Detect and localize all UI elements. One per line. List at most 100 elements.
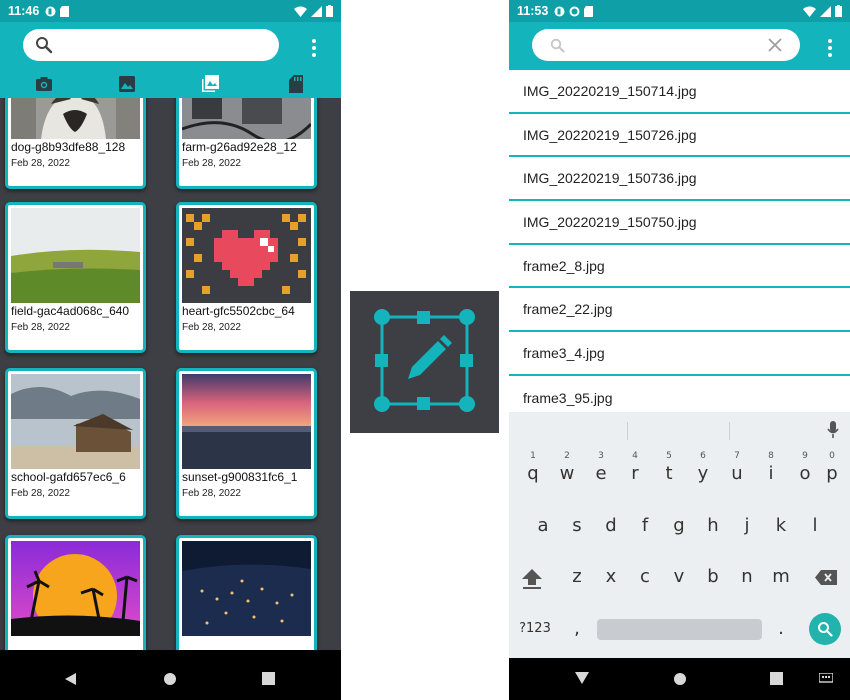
file-row[interactable]: IMG_20220219_150736.jpg bbox=[509, 157, 850, 202]
key-j[interactable]: j bbox=[730, 506, 764, 546]
key-label: q bbox=[527, 463, 539, 484]
search-icon bbox=[818, 622, 833, 637]
image-card[interactable]: field-gac4ad068c_640 Feb 28, 2022 bbox=[5, 202, 146, 353]
overflow-menu-icon[interactable] bbox=[312, 39, 316, 57]
key-hint: 3 bbox=[598, 451, 604, 461]
status-icons-right bbox=[803, 5, 842, 17]
key-k[interactable]: k bbox=[764, 506, 798, 546]
tab-bar bbox=[0, 70, 341, 98]
key-q[interactable]: 1q bbox=[516, 451, 550, 494]
key-l[interactable]: l bbox=[798, 506, 832, 546]
tab-sd-card[interactable] bbox=[286, 74, 306, 94]
key-g[interactable]: g bbox=[662, 506, 696, 546]
key-u[interactable]: 7u bbox=[720, 451, 754, 494]
key-label: t bbox=[665, 463, 673, 484]
file-row[interactable]: frame3_95.jpg bbox=[509, 376, 850, 412]
image-grid: dog-g8b93dfe88_128 Feb 28, 2022 farm-g26… bbox=[0, 98, 341, 650]
key-h[interactable]: h bbox=[696, 506, 730, 546]
image-card[interactable]: school-gafd657ec6_6 Feb 28, 2022 bbox=[5, 368, 146, 519]
image-card[interactable]: farm-g26ad92e28_12 Feb 28, 2022 bbox=[176, 98, 317, 189]
file-row[interactable]: IMG_20220219_150726.jpg bbox=[509, 114, 850, 158]
card-date: Feb 28, 2022 bbox=[182, 158, 241, 169]
system-nav-bar bbox=[0, 650, 341, 700]
status-icons-right bbox=[294, 5, 333, 17]
file-name: IMG_20220219_150750.jpg bbox=[523, 213, 697, 230]
search-input[interactable] bbox=[23, 29, 279, 61]
field-thumbnail bbox=[11, 208, 140, 303]
file-row[interactable]: frame3_4.jpg bbox=[509, 332, 850, 376]
period-key[interactable]: . bbox=[764, 609, 798, 649]
backspace-icon[interactable] bbox=[815, 570, 837, 585]
key-i[interactable]: 8i bbox=[754, 451, 788, 494]
file-name: IMG_20220219_150714.jpg bbox=[523, 82, 697, 99]
key-s[interactable]: s bbox=[560, 506, 594, 546]
clear-icon[interactable] bbox=[768, 38, 782, 52]
signal-icon bbox=[311, 5, 322, 17]
image-card[interactable]: heart-gfc5502cbc_64 Feb 28, 2022 bbox=[176, 202, 317, 353]
tab-image[interactable] bbox=[117, 74, 137, 94]
nav-recents-icon[interactable] bbox=[770, 672, 783, 685]
data-saver-icon bbox=[569, 6, 580, 16]
key-y[interactable]: 6y bbox=[686, 451, 720, 494]
search-icon bbox=[36, 37, 53, 54]
key-t[interactable]: 5t bbox=[652, 451, 686, 494]
search-action-button[interactable] bbox=[809, 613, 841, 645]
image-card[interactable]: dog-g8b93dfe88_128 Feb 28, 2022 bbox=[5, 98, 146, 189]
file-list: IMG_20220219_150714.jpg IMG_20220219_150… bbox=[509, 70, 850, 412]
nav-home-icon[interactable] bbox=[673, 672, 687, 686]
keyboard-switch-icon[interactable] bbox=[819, 673, 833, 685]
key-e[interactable]: 3e bbox=[584, 451, 618, 494]
nav-home-icon[interactable] bbox=[163, 672, 177, 686]
file-row[interactable]: frame2_22.jpg bbox=[509, 288, 850, 333]
key-c[interactable]: c bbox=[628, 557, 662, 597]
key-z[interactable]: z bbox=[560, 557, 594, 597]
nav-back-down-icon[interactable] bbox=[575, 672, 589, 684]
key-hint: 7 bbox=[734, 451, 740, 461]
image-card[interactable] bbox=[5, 535, 146, 650]
app-bar bbox=[0, 22, 341, 70]
key-f[interactable]: f bbox=[628, 506, 662, 546]
school-thumbnail bbox=[11, 374, 140, 469]
farm-thumbnail bbox=[182, 98, 311, 139]
key-r[interactable]: 4r bbox=[618, 451, 652, 494]
key-v[interactable]: v bbox=[662, 557, 696, 597]
card-date: Feb 28, 2022 bbox=[11, 322, 70, 333]
right-phone: 11:53 IMG_20220219_150714.jpg IMG_202202… bbox=[509, 0, 850, 700]
key-x[interactable]: x bbox=[594, 557, 628, 597]
system-nav-bar bbox=[509, 658, 850, 700]
file-row[interactable]: IMG_20220219_150714.jpg bbox=[509, 70, 850, 114]
key-a[interactable]: a bbox=[526, 506, 560, 546]
soft-keyboard: 1q 2w 3e 4r 5t 6y 7u 8i 9o 0p a s d f g … bbox=[509, 412, 850, 658]
tab-gallery[interactable] bbox=[200, 74, 220, 94]
key-hint: 1 bbox=[530, 451, 536, 461]
search-input[interactable] bbox=[532, 29, 800, 61]
wifi-icon bbox=[803, 6, 816, 17]
overflow-menu-icon[interactable] bbox=[828, 39, 832, 57]
shift-icon[interactable] bbox=[521, 567, 543, 589]
suggestion-divider bbox=[627, 422, 628, 440]
nav-back-icon[interactable] bbox=[64, 672, 78, 686]
microphone-icon[interactable] bbox=[827, 421, 839, 439]
space-bar[interactable] bbox=[597, 619, 762, 640]
key-label: o bbox=[799, 463, 811, 484]
image-card[interactable] bbox=[176, 535, 317, 650]
key-label: p bbox=[826, 463, 838, 484]
file-name: frame3_4.jpg bbox=[523, 344, 605, 361]
tab-camera[interactable] bbox=[34, 74, 54, 94]
suggestion-divider bbox=[729, 422, 730, 440]
key-n[interactable]: n bbox=[730, 557, 764, 597]
key-m[interactable]: m bbox=[764, 557, 798, 597]
search-icon bbox=[550, 38, 565, 53]
key-d[interactable]: d bbox=[594, 506, 628, 546]
image-card[interactable]: sunset-g900831fc6_1 Feb 28, 2022 bbox=[176, 368, 317, 519]
nav-recents-icon[interactable] bbox=[262, 672, 275, 685]
comma-key[interactable]: , bbox=[560, 609, 594, 649]
file-row[interactable]: frame2_8.jpg bbox=[509, 245, 850, 289]
key-b[interactable]: b bbox=[696, 557, 730, 597]
key-p[interactable]: 0p bbox=[815, 451, 849, 494]
file-row[interactable]: IMG_20220219_150750.jpg bbox=[509, 201, 850, 245]
file-name: IMG_20220219_150736.jpg bbox=[523, 170, 697, 187]
key-w[interactable]: 2w bbox=[550, 451, 584, 494]
symbols-key[interactable]: ?123 bbox=[517, 609, 553, 649]
key-row-2: a s d f g h j k l bbox=[509, 506, 850, 546]
